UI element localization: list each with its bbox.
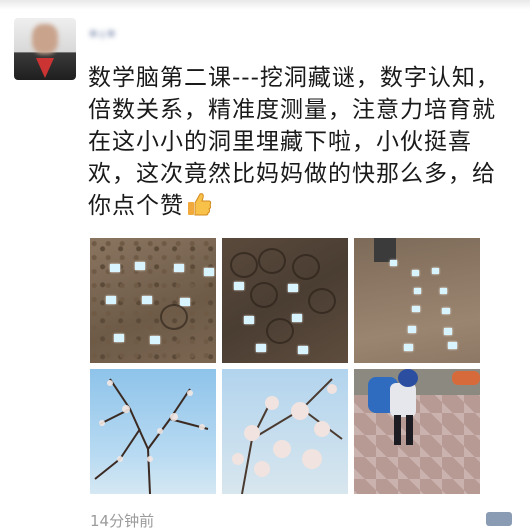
avatar-face [32,24,58,54]
thumbs-up-icon [188,193,212,216]
author-name[interactable]: •‹• [88,24,152,52]
photo-blossom-tree-2[interactable] [222,369,348,494]
top-fade [0,0,530,10]
photo-child-walking[interactable] [354,369,480,494]
photo-cards-on-soil-2[interactable] [222,238,348,363]
post-body-text: 数学脑第二课---挖洞藏谜，数字认知，倍数关系，精准度测量，注意力培育就在这小小… [88,65,500,219]
post-text: 数学脑第二课---挖洞藏谜，数字认知，倍数关系，精准度测量，注意力培育就在这小小… [88,62,500,222]
photo-cards-rows-soil[interactable] [354,238,480,363]
photo-blossom-tree-1[interactable] [90,369,216,494]
avatar-collar [36,58,54,78]
photo-cards-on-soil-1[interactable] [90,238,216,363]
comment-icon[interactable] [486,512,512,526]
photo-grid [90,238,480,494]
branches-graphic [94,378,209,494]
post-timestamp: 14分钟前 [90,512,155,530]
blossom-graphic [232,378,343,494]
avatar[interactable] [14,18,76,80]
